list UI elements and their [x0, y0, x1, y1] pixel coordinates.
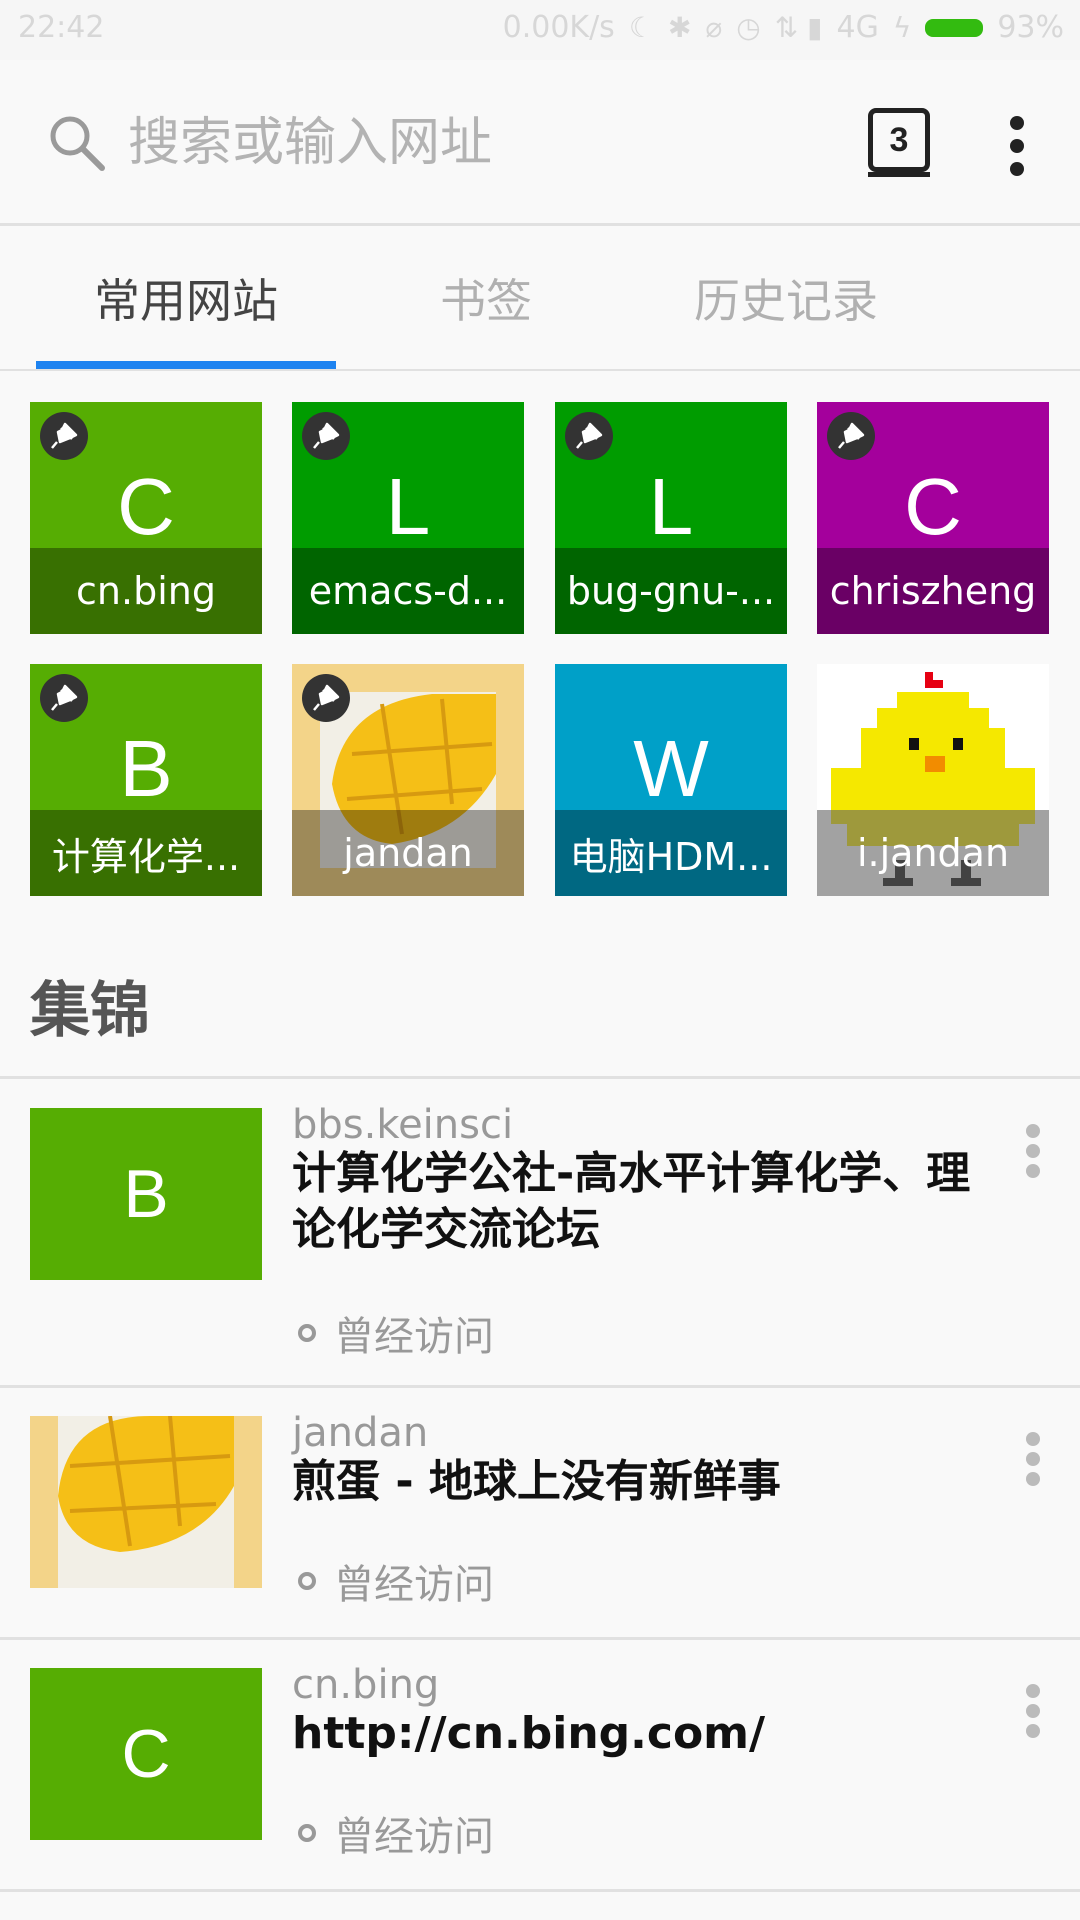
tile-letter: B: [119, 724, 173, 813]
card-thumbnail: B: [30, 1108, 262, 1280]
card-status-label: 曾经访问: [334, 1814, 494, 1860]
visited-dot-icon: [298, 1324, 316, 1342]
dot: [1026, 1144, 1040, 1158]
address-bar: 搜索或输入网址 3: [0, 60, 1080, 226]
tile-label: bug-gnu-...: [555, 548, 787, 634]
alarm-icon: ◷: [736, 11, 761, 44]
battery-icon: [925, 18, 984, 37]
tile-label: chriszheng: [817, 548, 1049, 634]
pin-icon: [302, 412, 350, 460]
card-title: http://cn.bing.com/: [292, 1708, 766, 1759]
tile-label: 电脑HDM...: [555, 810, 787, 896]
status-time: 22:42: [18, 10, 105, 45]
visited-dot-icon: [298, 1572, 316, 1590]
card-title: 煎蛋 - 地球上没有新鲜事: [292, 1456, 781, 1507]
site-tile[interactable]: B 计算化学...: [30, 664, 262, 896]
pin-icon: [40, 412, 88, 460]
card-thumbnail: C: [30, 1668, 262, 1840]
dot: [1026, 1472, 1040, 1486]
charging-icon: ϟ: [892, 11, 912, 44]
section-divider: [0, 1076, 1080, 1079]
tile-letter: C: [117, 462, 175, 551]
tile-letter: L: [385, 462, 431, 551]
site-tile[interactable]: i.jandan: [817, 664, 1049, 896]
dot: [1026, 1432, 1040, 1446]
dot: [1026, 1684, 1040, 1698]
tile-label: i.jandan: [817, 810, 1049, 896]
section-title: 集锦: [30, 976, 150, 1046]
tab-switcher-underline: [868, 172, 930, 177]
tile-label: cn.bing: [30, 548, 262, 634]
search-input[interactable]: 搜索或输入网址: [128, 112, 492, 174]
card-domain: cn.bing: [292, 1662, 440, 1708]
site-tile[interactable]: C chriszheng: [817, 402, 1049, 634]
dot: [1010, 116, 1024, 130]
card-domain: jandan: [292, 1410, 429, 1456]
card-thumbnail: [30, 1416, 262, 1588]
highlight-card[interactable]: C cn.bing http://cn.bing.com/ 曾经访问: [0, 1640, 1080, 1892]
highlight-card[interactable]: B bbs.keinsci 计算化学公社-高水平计算化学、理论化学交流论坛 曾经…: [0, 1080, 1080, 1388]
net-speed: 0.00K/s: [502, 10, 615, 45]
site-tile[interactable]: L emacs-d...: [292, 402, 524, 634]
home-tabs: 常用网站 书签 历史记录: [0, 229, 1080, 371]
card-status: 曾经访问: [298, 1804, 494, 1862]
tile-letter: L: [648, 462, 694, 551]
dot: [1026, 1704, 1040, 1718]
status-bar: 22:42 0.00K/s ☾ ✱ ⌀ ◷ ⇅ ▮ 4G ϟ 93%: [0, 0, 1080, 60]
tile-label: emacs-d...: [292, 548, 524, 634]
dot: [1026, 1724, 1040, 1738]
tile-letter: C: [904, 462, 962, 551]
pin-icon: [565, 412, 613, 460]
card-status: 曾经访问: [298, 1304, 494, 1362]
site-tile[interactable]: W 电脑HDM...: [555, 664, 787, 896]
network-type: 4G: [836, 10, 879, 45]
card-status: 曾经访问: [298, 1552, 494, 1610]
signal-icon: ⇅ ▮: [774, 11, 823, 44]
tile-letter: W: [633, 724, 709, 813]
tab-bookmarks[interactable]: 书签: [336, 229, 636, 367]
moon-icon: ☾: [628, 11, 654, 44]
search-icon: [50, 116, 105, 171]
tab-history[interactable]: 历史记录: [636, 229, 936, 367]
tab-indicator: [36, 361, 336, 369]
mute-icon: ⌀: [705, 11, 723, 44]
card-more-button[interactable]: [1018, 1684, 1048, 1744]
card-more-button[interactable]: [1018, 1124, 1048, 1184]
site-tile[interactable]: C cn.bing: [30, 402, 262, 634]
site-tile[interactable]: jandan: [292, 664, 524, 896]
highlight-card[interactable]: jandan 煎蛋 - 地球上没有新鲜事 曾经访问: [0, 1388, 1080, 1640]
dot: [1026, 1124, 1040, 1138]
dot: [1010, 139, 1024, 153]
card-title: 计算化学公社-高水平计算化学、理论化学交流论坛: [292, 1148, 971, 1255]
tab-frequent-sites[interactable]: 常用网站: [36, 229, 336, 367]
bluetooth-icon: ✱: [667, 11, 692, 44]
card-status-label: 曾经访问: [334, 1314, 494, 1360]
battery-percent: 93%: [997, 10, 1064, 45]
pin-icon: [827, 412, 875, 460]
tile-label: 计算化学...: [30, 810, 262, 896]
dot: [1026, 1164, 1040, 1178]
pin-icon: [40, 674, 88, 722]
visited-dot-icon: [298, 1824, 316, 1842]
site-tile[interactable]: L bug-gnu-...: [555, 402, 787, 634]
card-domain: bbs.keinsci: [292, 1102, 514, 1148]
tab-switcher-button[interactable]: 3: [868, 108, 930, 172]
pin-icon: [302, 674, 350, 722]
status-icons: 0.00K/s ☾ ✱ ⌀ ◷ ⇅ ▮ 4G ϟ 93%: [503, 10, 1064, 45]
tile-label: jandan: [292, 810, 524, 896]
mango-icon: [30, 1416, 262, 1588]
dot: [1026, 1452, 1040, 1466]
card-status-label: 曾经访问: [334, 1562, 494, 1608]
card-more-button[interactable]: [1018, 1432, 1048, 1492]
dot: [1010, 162, 1024, 176]
overflow-menu-button[interactable]: [1000, 116, 1034, 176]
